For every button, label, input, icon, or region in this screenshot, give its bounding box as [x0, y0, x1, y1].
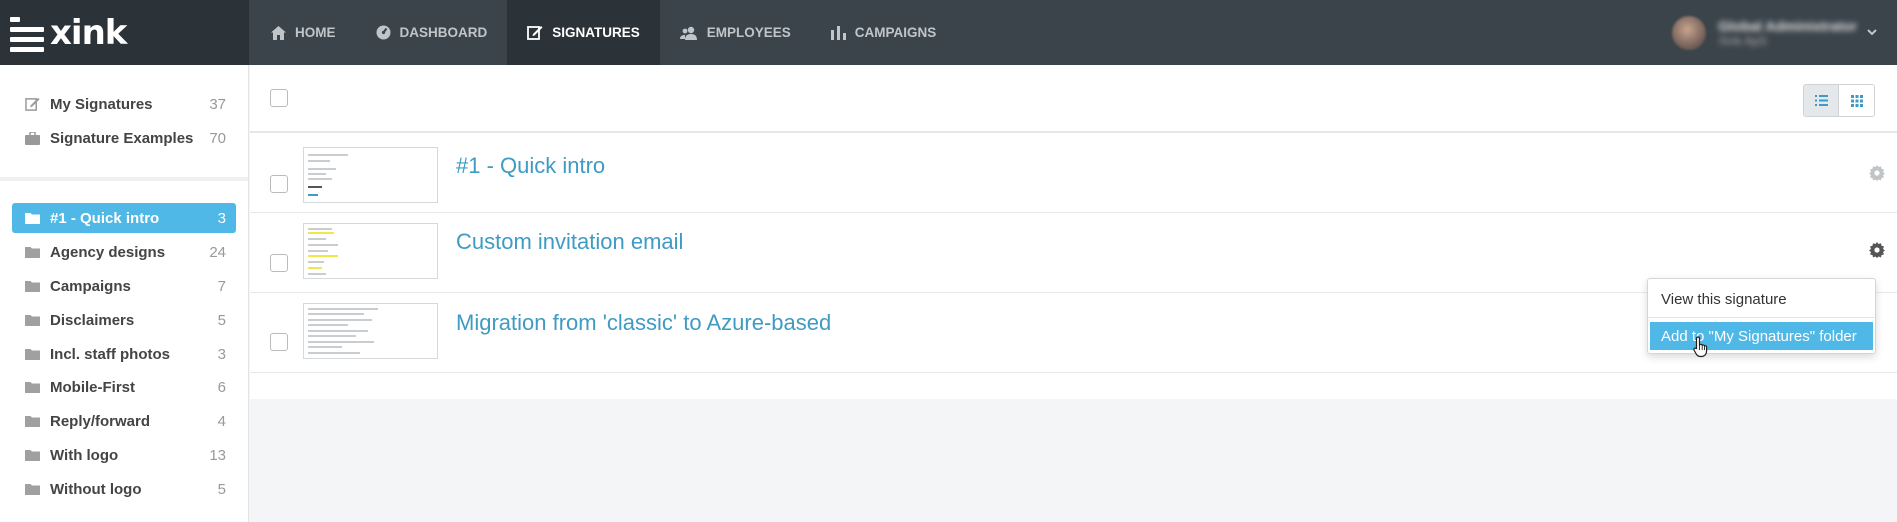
- folder-icon: [25, 382, 40, 393]
- folder-count: 5: [217, 480, 226, 498]
- view-toggle: [1803, 84, 1875, 117]
- sidebar-item-count: 70: [209, 129, 226, 147]
- sidebar: My Signatures 37 Signature Examples 70 #…: [0, 65, 249, 522]
- folder-label: Without logo: [50, 480, 142, 498]
- folder-label: Agency designs: [50, 243, 166, 261]
- folder-icon: [25, 315, 40, 326]
- folder-count: 13: [209, 446, 226, 464]
- dashboard-icon: [376, 25, 390, 40]
- folder-campaigns[interactable]: Campaigns 7: [12, 271, 236, 301]
- folder-label: Mobile-First: [50, 378, 135, 396]
- view-signature-menu-item[interactable]: View this signature: [1648, 285, 1875, 313]
- grid-view-button[interactable]: [1839, 85, 1874, 116]
- folder-with-logo[interactable]: With logo 13: [12, 440, 236, 470]
- folder-mobile-first[interactable]: Mobile-First 6: [12, 372, 236, 402]
- folder-label: Disclaimers: [50, 311, 135, 329]
- users-icon: [679, 26, 697, 40]
- signature-title[interactable]: Migration from 'classic' to Azure-based: [456, 310, 831, 336]
- nav-signatures-label: SIGNATURES: [552, 25, 640, 40]
- menu-lines-icon: [10, 13, 46, 53]
- folder-label: #1 - Quick intro: [50, 209, 160, 227]
- folder-staff-photos[interactable]: Incl. staff photos 3: [12, 339, 236, 369]
- list-view-button[interactable]: [1804, 85, 1839, 116]
- signature-thumbnail[interactable]: [303, 303, 438, 359]
- signature-list: #1 - Quick intro Custom invitation email: [250, 133, 1897, 399]
- nav-home[interactable]: HOME: [251, 0, 356, 65]
- avatar: [1672, 15, 1707, 50]
- signature-title[interactable]: Custom invitation email: [456, 229, 683, 255]
- folder-label: Reply/forward: [50, 412, 151, 430]
- gear-icon[interactable]: [1869, 165, 1885, 181]
- sidebar-item-label: Signature Examples: [50, 129, 194, 147]
- nav-campaigns-label: CAMPAIGNS: [854, 25, 937, 40]
- nav-employees[interactable]: EMPLOYEES: [660, 0, 811, 65]
- home-icon: [271, 25, 286, 40]
- folder-quick-intro[interactable]: #1 - Quick intro 3: [12, 203, 236, 233]
- nav-campaigns[interactable]: CAMPAIGNS: [811, 0, 957, 65]
- folder-icon: [25, 484, 40, 495]
- folder-icon: [25, 416, 40, 427]
- nav-dashboard[interactable]: DASHBOARD: [356, 0, 508, 65]
- folder-count: 6: [217, 378, 226, 396]
- folder-count: 3: [217, 209, 226, 227]
- user-menu[interactable]: Global Administrator Xink ApS: [1672, 0, 1877, 65]
- sidebar-item-signature-examples[interactable]: Signature Examples 70: [12, 123, 236, 153]
- row-checkbox[interactable]: [270, 333, 288, 351]
- folder-disclaimers[interactable]: Disclaimers 5: [12, 305, 236, 335]
- user-subtitle: Xink ApS: [1718, 33, 1767, 48]
- signature-context-menu: View this signature Add to "My Signature…: [1647, 278, 1876, 354]
- folder-count: 5: [217, 311, 226, 329]
- folder-icon: [25, 213, 40, 224]
- main-nav: HOME DASHBOARD SIGNATURES EMPLOYEES CAMP…: [251, 0, 956, 65]
- folder-label: With logo: [50, 446, 119, 464]
- signature-thumbnail[interactable]: [303, 147, 438, 203]
- folder-agency-designs[interactable]: Agency designs 24: [12, 237, 236, 267]
- gear-icon[interactable]: [1869, 242, 1885, 258]
- folder-reply-forward[interactable]: Reply/forward 4: [12, 406, 236, 436]
- signature-thumbnail[interactable]: [303, 223, 438, 279]
- top-navigation-bar: xink HOME DASHBOARD SIGNATURES EMPLOYEES…: [0, 0, 1897, 65]
- grid-icon: [1850, 94, 1863, 107]
- sidebar-item-count: 37: [209, 95, 226, 113]
- edit-icon: [527, 26, 543, 40]
- briefcase-icon: [25, 131, 40, 145]
- sidebar-item-my-signatures[interactable]: My Signatures 37: [12, 89, 236, 119]
- sidebar-divider: [0, 177, 248, 181]
- folder-count: 24: [209, 243, 226, 261]
- folder-count: 3: [217, 345, 226, 363]
- nav-dashboard-label: DASHBOARD: [399, 25, 488, 40]
- sidebar-item-label: My Signatures: [50, 95, 153, 113]
- folder-label: Incl. staff photos: [50, 345, 170, 363]
- nav-employees-label: EMPLOYEES: [706, 25, 791, 40]
- signature-row[interactable]: #1 - Quick intro: [250, 133, 1897, 213]
- chevron-down-icon: [1867, 29, 1877, 36]
- brand-name: xink: [50, 12, 127, 53]
- folder-without-logo[interactable]: Without logo 5: [12, 474, 236, 504]
- folder-icon: [25, 247, 40, 258]
- signature-title[interactable]: #1 - Quick intro: [456, 153, 605, 179]
- user-name: Global Administrator: [1718, 17, 1857, 34]
- select-all-checkbox[interactable]: [270, 89, 288, 107]
- folder-icon: [25, 450, 40, 461]
- hand-cursor-icon: [1693, 336, 1708, 358]
- folder-count: 4: [217, 412, 226, 430]
- bar-chart-icon: [830, 25, 846, 40]
- xink-logo[interactable]: xink: [0, 0, 249, 65]
- folder-count: 7: [217, 277, 226, 295]
- list-toolbar: [250, 65, 1897, 133]
- add-to-my-signatures-menu-item[interactable]: Add to "My Signatures" folder: [1650, 322, 1873, 350]
- folder-icon: [25, 281, 40, 292]
- folder-label: Campaigns: [50, 277, 131, 295]
- row-checkbox[interactable]: [270, 254, 288, 272]
- nav-home-label: HOME: [295, 25, 336, 40]
- row-checkbox[interactable]: [270, 175, 288, 193]
- nav-signatures[interactable]: SIGNATURES: [507, 0, 660, 65]
- folder-icon: [25, 349, 40, 360]
- list-icon: [1814, 95, 1828, 106]
- menu-divider: [1648, 317, 1875, 318]
- edit-icon: [25, 97, 40, 111]
